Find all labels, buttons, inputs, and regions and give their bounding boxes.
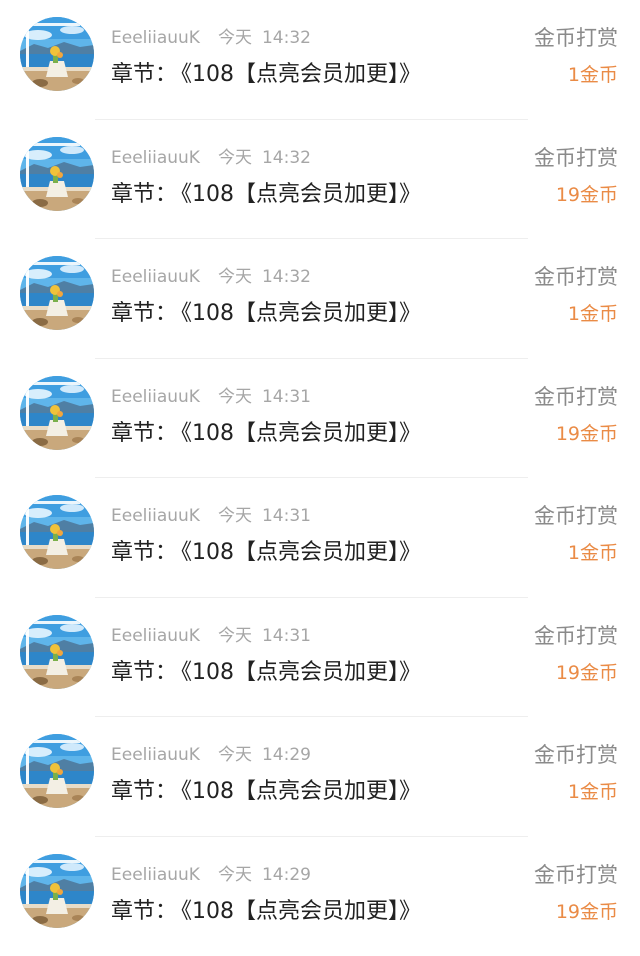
chapter-title[interactable]: 《108【点亮会员加更】》 — [181, 421, 421, 446]
reward-amount: 1金币 — [568, 62, 618, 88]
beach-view-avatar-icon — [20, 376, 94, 450]
username[interactable]: EeeliiauuK — [111, 745, 200, 765]
chapter-label: 章节： — [111, 301, 177, 326]
record-meta: EeeliiauuK 今天 14:32 — [111, 26, 311, 50]
record-time: 14:29 — [262, 865, 311, 885]
username[interactable]: EeeliiauuK — [111, 506, 200, 526]
record-day: 今天 — [218, 626, 252, 646]
record-day: 今天 — [218, 28, 252, 48]
username[interactable]: EeeliiauuK — [111, 626, 200, 646]
list-item[interactable]: EeeliiauuK 今天 14:32 章节：《108【点亮会员加更】》 金币打赏 1金币 — [0, 0, 640, 120]
chapter-label: 章节： — [111, 182, 177, 207]
chapter-title[interactable]: 《108【点亮会员加更】》 — [181, 182, 421, 207]
beach-view-avatar-icon — [20, 256, 94, 330]
list-item[interactable]: EeeliiauuK 今天 14:31 章节：《108【点亮会员加更】》 金币打赏 1金币 — [0, 478, 640, 598]
record-time: 14:32 — [262, 267, 311, 287]
record-meta: EeeliiauuK 今天 14:29 — [111, 743, 311, 767]
avatar[interactable] — [20, 376, 94, 450]
chapter-info[interactable]: 章节：《108【点亮会员加更】》 — [111, 299, 421, 329]
reward-type-label: 金币打赏 — [534, 502, 618, 530]
reward-amount: 19金币 — [556, 421, 618, 447]
chapter-info[interactable]: 章节：《108【点亮会员加更】》 — [111, 538, 421, 568]
reward-type-label: 金币打赏 — [534, 24, 618, 52]
avatar[interactable] — [20, 734, 94, 808]
record-day: 今天 — [218, 745, 252, 765]
reward-amount: 19金币 — [556, 182, 618, 208]
chapter-label: 章节： — [111, 540, 177, 565]
reward-type-label: 金币打赏 — [534, 741, 618, 769]
reward-amount: 1金币 — [568, 779, 618, 805]
username[interactable]: EeeliiauuK — [111, 148, 200, 168]
list-item[interactable]: EeeliiauuK 今天 14:31 章节：《108【点亮会员加更】》 金币打赏 19金… — [0, 359, 640, 479]
record-day: 今天 — [218, 387, 252, 407]
record-day: 今天 — [218, 865, 252, 885]
username[interactable]: EeeliiauuK — [111, 28, 200, 48]
reward-amount: 19金币 — [556, 899, 618, 925]
avatar[interactable] — [20, 137, 94, 211]
record-time: 14:29 — [262, 745, 311, 765]
chapter-info[interactable]: 章节：《108【点亮会员加更】》 — [111, 897, 421, 927]
chapter-label: 章节： — [111, 421, 177, 446]
reward-amount: 1金币 — [568, 540, 618, 566]
record-time: 14:31 — [262, 506, 311, 526]
list-item[interactable]: EeeliiauuK 今天 14:29 章节：《108【点亮会员加更】》 金币打赏 1金币 — [0, 717, 640, 837]
chapter-title[interactable]: 《108【点亮会员加更】》 — [181, 899, 421, 924]
chapter-title[interactable]: 《108【点亮会员加更】》 — [181, 779, 421, 804]
record-day: 今天 — [218, 148, 252, 168]
reward-record-list: EeeliiauuK今天14:32章节：《108【点亮会员加更】》金币打赏1金币… — [0, 0, 640, 947]
reward-type-label: 金币打赏 — [534, 144, 618, 172]
chapter-info[interactable]: 章节：《108【点亮会员加更】》 — [111, 60, 421, 90]
username[interactable]: EeeliiauuK — [111, 865, 200, 885]
username[interactable]: EeeliiauuK — [111, 267, 200, 287]
record-day: 今天 — [218, 506, 252, 526]
chapter-title[interactable]: 《108【点亮会员加更】》 — [181, 660, 421, 685]
chapter-label: 章节： — [111, 779, 177, 804]
record-meta: EeeliiauuK 今天 14:32 — [111, 265, 311, 289]
reward-amount: 19金币 — [556, 660, 618, 686]
reward-type-label: 金币打赏 — [534, 263, 618, 291]
avatar[interactable] — [20, 256, 94, 330]
chapter-info[interactable]: 章节：《108【点亮会员加更】》 — [111, 419, 421, 449]
avatar[interactable] — [20, 495, 94, 569]
username[interactable]: EeeliiauuK — [111, 387, 200, 407]
list-item[interactable]: EeeliiauuK 今天 14:31 章节：《108【点亮会员加更】》 金币打赏 19金… — [0, 598, 640, 718]
record-meta: EeeliiauuK 今天 14:31 — [111, 385, 311, 409]
record-meta: EeeliiauuK 今天 14:31 — [111, 624, 311, 648]
avatar[interactable] — [20, 17, 94, 91]
chapter-title[interactable]: 《108【点亮会员加更】》 — [181, 301, 421, 326]
beach-view-avatar-icon — [20, 137, 94, 211]
chapter-info[interactable]: 章节：《108【点亮会员加更】》 — [111, 777, 421, 807]
reward-type-label: 金币打赏 — [534, 383, 618, 411]
reward-type-label: 金币打赏 — [534, 861, 618, 889]
chapter-info[interactable]: 章节：《108【点亮会员加更】》 — [111, 180, 421, 210]
beach-view-avatar-icon — [20, 17, 94, 91]
avatar[interactable] — [20, 854, 94, 928]
chapter-title[interactable]: 《108【点亮会员加更】》 — [181, 540, 421, 565]
beach-view-avatar-icon — [20, 495, 94, 569]
chapter-title[interactable]: 《108【点亮会员加更】》 — [181, 62, 421, 87]
record-time: 14:31 — [262, 626, 311, 646]
record-day: 今天 — [218, 267, 252, 287]
beach-view-avatar-icon — [20, 734, 94, 808]
avatar[interactable] — [20, 615, 94, 689]
record-time: 14:32 — [262, 28, 311, 48]
reward-type-label: 金币打赏 — [534, 622, 618, 650]
list-item[interactable]: EeeliiauuK 今天 14:32 章节：《108【点亮会员加更】》 金币打赏 1金币 — [0, 239, 640, 359]
record-meta: EeeliiauuK 今天 14:32 — [111, 146, 311, 170]
beach-view-avatar-icon — [20, 854, 94, 928]
record-time: 14:32 — [262, 148, 311, 168]
list-item[interactable]: EeeliiauuK 今天 14:29 章节：《108【点亮会员加更】》 金币打赏 19金… — [0, 837, 640, 956]
beach-view-avatar-icon — [20, 615, 94, 689]
chapter-label: 章节： — [111, 660, 177, 685]
chapter-label: 章节： — [111, 62, 177, 87]
chapter-label: 章节： — [111, 899, 177, 924]
list-item[interactable]: EeeliiauuK 今天 14:32 章节：《108【点亮会员加更】》 金币打赏 19金… — [0, 120, 640, 240]
reward-amount: 1金币 — [568, 301, 618, 327]
record-meta: EeeliiauuK 今天 14:29 — [111, 863, 311, 887]
chapter-info[interactable]: 章节：《108【点亮会员加更】》 — [111, 658, 421, 688]
record-meta: EeeliiauuK 今天 14:31 — [111, 504, 311, 528]
record-time: 14:31 — [262, 387, 311, 407]
